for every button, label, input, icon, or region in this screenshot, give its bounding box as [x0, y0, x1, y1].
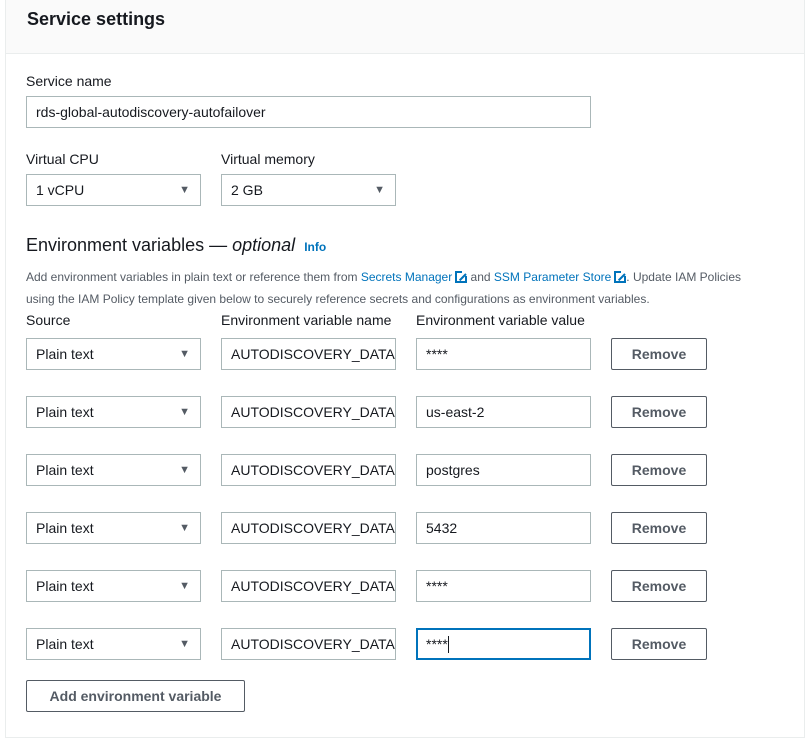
external-link-icon	[614, 270, 628, 283]
info-link[interactable]: Info	[304, 240, 326, 254]
source-value: Plain text	[36, 520, 94, 536]
desc-and: and	[467, 270, 494, 284]
remove-button[interactable]: Remove	[611, 454, 707, 486]
env-value: 5432	[426, 520, 458, 536]
source-select[interactable]: Plain text ▼	[26, 512, 201, 544]
vcpu-select[interactable]: 1 vCPU ▼	[26, 174, 201, 206]
caret-down-icon: ▼	[179, 638, 190, 650]
service-name-label: Service name	[26, 73, 112, 89]
source-select[interactable]: Plain text ▼	[26, 338, 201, 370]
external-link-icon	[455, 270, 469, 283]
source-select[interactable]: Plain text ▼	[26, 396, 201, 428]
col-source: Source	[26, 312, 71, 328]
ssm-parameter-store-link[interactable]: SSM Parameter Store	[494, 270, 611, 284]
env-name-input[interactable]: AUTODISCOVERY_DATAS	[221, 338, 396, 370]
env-value: postgres	[426, 462, 480, 478]
env-value: us-east-2	[426, 404, 485, 420]
desc-text: using the IAM Policy template given belo…	[26, 292, 650, 306]
remove-button[interactable]: Remove	[611, 512, 707, 544]
caret-down-icon: ▼	[179, 522, 190, 534]
caret-down-icon: ▼	[179, 184, 190, 196]
caret-down-icon: ▼	[179, 406, 190, 418]
env-value-input[interactable]: postgres	[416, 454, 591, 486]
env-value: ****	[426, 346, 448, 362]
add-env-variable-button[interactable]: Add environment variable	[26, 680, 245, 712]
source-select[interactable]: Plain text ▼	[26, 628, 201, 660]
source-select[interactable]: Plain text ▼	[26, 570, 201, 602]
secrets-manager-link[interactable]: Secrets Manager	[361, 270, 452, 284]
env-value-input[interactable]: ****	[416, 338, 591, 370]
env-name-input[interactable]: AUTODISCOVERY_DATAS	[221, 454, 396, 486]
desc-text: . Update IAM Policies	[626, 270, 742, 284]
env-description: Add environment variables in plain text …	[26, 266, 796, 310]
memory-select[interactable]: 2 GB ▼	[221, 174, 396, 206]
remove-button[interactable]: Remove	[611, 396, 707, 428]
panel-title: Service settings	[27, 9, 166, 29]
remove-button[interactable]: Remove	[611, 628, 707, 660]
env-optional: optional	[232, 235, 296, 255]
env-name-input[interactable]: AUTODISCOVERY_DATAS	[221, 512, 396, 544]
env-dash: —	[204, 235, 233, 255]
memory-value: 2 GB	[231, 182, 263, 198]
caret-down-icon: ▼	[179, 580, 190, 592]
vcpu-label: Virtual CPU	[26, 151, 99, 167]
source-value: Plain text	[36, 462, 94, 478]
env-name-input[interactable]: AUTODISCOVERY_DATAS	[221, 628, 396, 660]
source-value: Plain text	[36, 404, 94, 420]
env-value-input[interactable]: us-east-2	[416, 396, 591, 428]
env-name-input[interactable]: AUTODISCOVERY_DATAS	[221, 570, 396, 602]
env-heading: Environment variables — optional Info	[26, 235, 326, 256]
source-value: Plain text	[36, 578, 94, 594]
caret-down-icon: ▼	[179, 464, 190, 476]
desc-text: Add environment variables in plain text …	[26, 270, 361, 284]
env-value-input[interactable]: 5432	[416, 512, 591, 544]
col-value: Environment variable value	[416, 312, 585, 328]
env-value: ****	[426, 636, 448, 652]
env-value-input[interactable]: ****	[416, 570, 591, 602]
remove-button[interactable]: Remove	[611, 570, 707, 602]
env-value-input[interactable]: ****	[416, 628, 591, 660]
source-value: Plain text	[36, 636, 94, 652]
env-name-input[interactable]: AUTODISCOVERY_DATAS	[221, 396, 396, 428]
panel-header: Service settings	[6, 0, 804, 54]
caret-down-icon: ▼	[374, 184, 385, 196]
caret-down-icon: ▼	[179, 348, 190, 360]
source-select[interactable]: Plain text ▼	[26, 454, 201, 486]
text-cursor	[447, 636, 449, 653]
memory-label: Virtual memory	[221, 151, 315, 167]
remove-button[interactable]: Remove	[611, 338, 707, 370]
source-value: Plain text	[36, 346, 94, 362]
col-name: Environment variable name	[221, 312, 392, 328]
env-value: ****	[426, 578, 448, 594]
service-name-input[interactable]: rds-global-autodiscovery-autofailover	[26, 96, 591, 128]
env-heading-text: Environment variables	[26, 235, 205, 255]
vcpu-value: 1 vCPU	[36, 182, 85, 198]
